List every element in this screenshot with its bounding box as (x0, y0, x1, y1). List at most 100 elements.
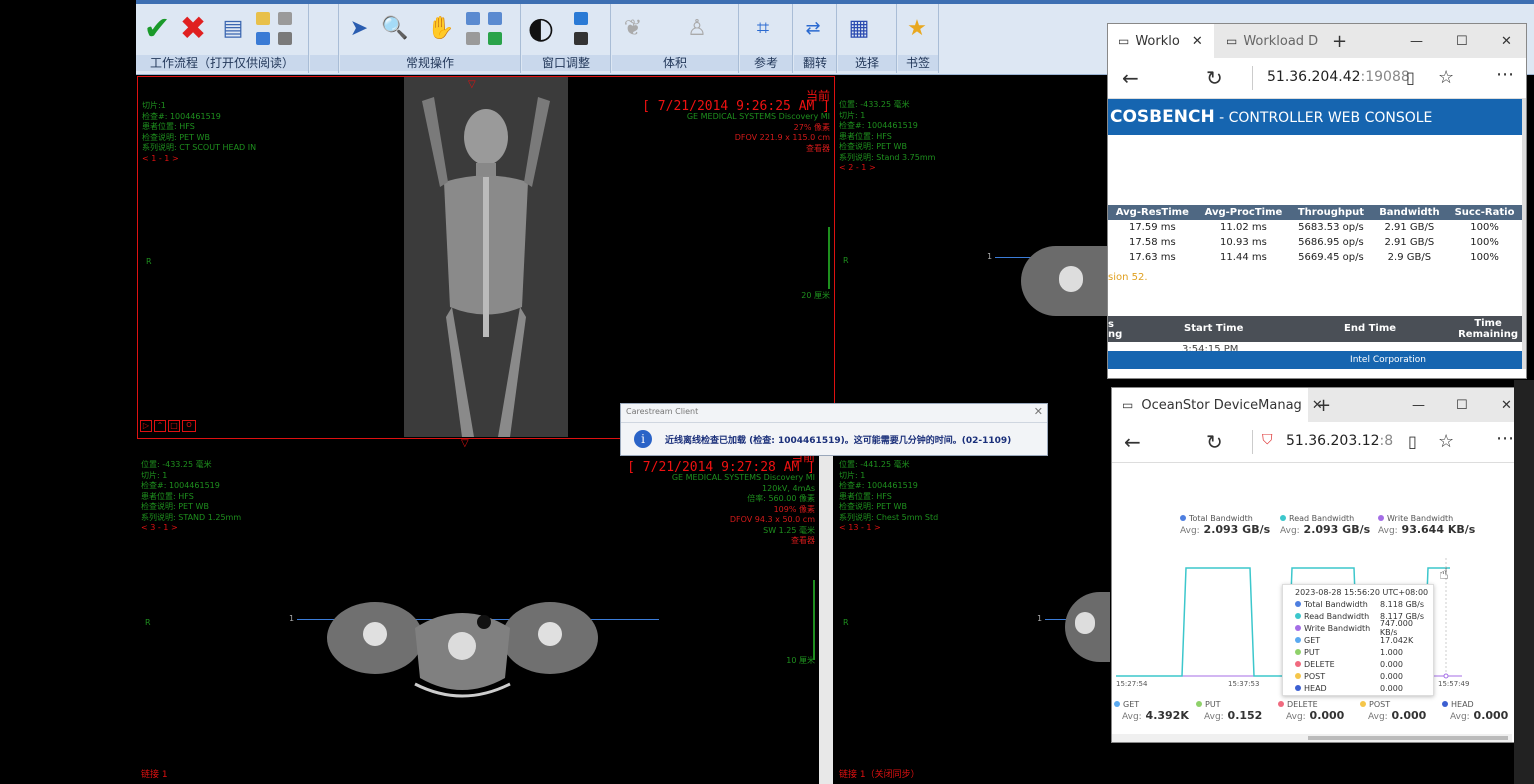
table-cell: 100% (1470, 252, 1499, 263)
legend-total-bandwidth[interactable]: Total Bandwidth Avg: 2.093 GB/s (1180, 514, 1270, 536)
group-label-general: 常规操作 (340, 55, 520, 71)
cine-up-icon[interactable]: ⌃ (154, 420, 166, 432)
new-tab-icon[interactable]: + (1316, 388, 1331, 422)
favorite-star-icon[interactable]: ☆ (1438, 67, 1454, 88)
browser1-tab2[interactable]: ▭ Workload D (1216, 24, 1326, 58)
x-tick-2: 15:37:53 (1228, 680, 1260, 688)
layout-icon[interactable] (466, 12, 480, 25)
contrast-icon[interactable]: ◐ (526, 10, 556, 46)
minimize-icon[interactable]: — (1412, 388, 1425, 422)
pointer-icon[interactable]: ➤ (344, 10, 374, 46)
legend-bottom-item[interactable]: DELETE Avg: 0.000 (1278, 700, 1344, 722)
select-series-icon[interactable]: ▦ (844, 10, 874, 46)
viewport-chest[interactable]: 位置: -441.25 毫米 切片: 1 检查#: 1004461519 患者位… (835, 452, 1110, 784)
avg-label: Avg: (1122, 712, 1142, 722)
vp2-series: 系列说明: Stand 3.75mm (839, 152, 936, 162)
browser2-tab-active[interactable]: ▭ OceanStor DeviceManag ✕ (1112, 388, 1323, 422)
vp3-nav[interactable]: < 3 - 1 > (141, 523, 241, 534)
browser1-tab-active[interactable]: ▭ Worklo ✕ (1108, 24, 1214, 58)
close-x-icon[interactable]: ✖ (178, 9, 208, 47)
back-arrow-icon[interactable]: ← (1122, 66, 1139, 90)
vp2-nav[interactable]: < 2 - 1 > (839, 163, 935, 174)
vp4-nav[interactable]: < 13 - 1 > (839, 523, 938, 534)
legend-dot (1378, 515, 1384, 521)
vp3-exam: 检查#: 1004461519 (141, 481, 220, 490)
legend-bottom-item[interactable]: HEAD Avg: 0.000 (1442, 700, 1508, 722)
window-close-icon[interactable]: ✕ (1501, 388, 1512, 422)
dialog-close-icon[interactable]: ✕ (1034, 405, 1043, 418)
browser2-url[interactable]: 51.36.203.12:8 (1286, 433, 1393, 449)
layout2-icon[interactable] (488, 12, 502, 25)
flip-icon[interactable]: ⇄ (798, 10, 828, 46)
more-menu-icon[interactable]: ⋯ (1496, 428, 1514, 449)
legend-bottom-item[interactable]: POST Avg: 0.000 (1360, 700, 1426, 722)
reload-icon[interactable]: ↻ (1206, 430, 1223, 454)
approve-check-icon[interactable]: ✔ (142, 9, 172, 47)
vp3-top-arrow[interactable]: ▽ (461, 438, 481, 449)
vp1-top-arrow[interactable]: ▽ (468, 79, 488, 90)
maximize-icon[interactable]: ☐ (1456, 24, 1468, 58)
dialog-divider (621, 422, 1047, 423)
window-close-icon[interactable]: ✕ (1501, 24, 1512, 58)
cine-stop-icon[interactable]: □ (168, 420, 180, 432)
reference-lines-icon[interactable]: ⌗ (748, 10, 778, 46)
vp3-viewer[interactable]: 查看器 (627, 536, 815, 547)
legend-name: PUT (1205, 700, 1221, 709)
group-label-window: 窗口调整 (522, 55, 610, 71)
invert-icon[interactable] (574, 32, 588, 45)
reset-icon[interactable] (466, 32, 480, 45)
minimize-icon[interactable]: — (1410, 24, 1423, 58)
x-tick-1: 15:27:54 (1116, 680, 1148, 688)
vp3-location: 位置: -433.25 毫米 (141, 460, 212, 469)
vp3-link-label[interactable]: 链接 1 (141, 770, 168, 781)
back-arrow-icon[interactable]: ← (1124, 430, 1141, 454)
vp3-series: 系列说明: STAND 1.25mm (141, 512, 242, 522)
vp1-viewer[interactable]: 查看器 (642, 144, 830, 155)
vp3-scrollbar[interactable] (819, 452, 833, 784)
tab-close-icon[interactable]: ✕ (1192, 34, 1203, 49)
insecure-shield-icon[interactable]: ⛉ (1262, 432, 1273, 448)
refresh-icon[interactable] (488, 32, 502, 45)
legend-bottom-item[interactable]: PUT Avg: 0.152 (1196, 700, 1262, 722)
browser2-h-scrollbar[interactable] (1112, 734, 1512, 742)
table-cell: 2.91 GB/S (1384, 237, 1435, 248)
favorite-star-icon[interactable]: ☆ (1438, 431, 1454, 452)
legend-write-bandwidth[interactable]: Write Bandwidth Avg: 93.644 KB/s (1378, 514, 1475, 536)
browser2-tabbar: ▭ OceanStor DeviceManag ✕ + — ☐ ✕ (1112, 388, 1526, 422)
legend-avg: 0.000 (1309, 709, 1345, 722)
edit-icon[interactable] (278, 12, 292, 25)
legend-bottom-item[interactable]: GET Avg: 4.392K (1114, 700, 1189, 722)
vp1-series: 系列说明: CT SCOUT HEAD IN (142, 143, 257, 152)
legend-avg: 4.392K (1145, 709, 1189, 722)
worklist-icon[interactable]: ▤ (218, 10, 248, 46)
reading-view-icon[interactable]: ▯ (1406, 68, 1415, 87)
tooltip-name: PUT (1304, 647, 1320, 657)
pan-hand-icon[interactable]: ✋ (426, 10, 456, 46)
new-tab-icon[interactable]: + (1332, 24, 1347, 58)
maximize-icon[interactable]: ☐ (1456, 388, 1468, 422)
reading-view-icon[interactable]: ▯ (1408, 432, 1417, 451)
vp3-zoom: 109% 像素 (773, 504, 815, 514)
tag-icon[interactable] (256, 12, 270, 25)
legend-read-bandwidth[interactable]: Read Bandwidth Avg: 2.093 GB/s (1280, 514, 1370, 536)
viewport-axial-bottom[interactable]: 位置: -433.25 毫米 切片: 1 检查#: 1004461519 患者位… (137, 438, 819, 784)
window-level-icon[interactable] (574, 12, 588, 25)
copy-icon[interactable] (256, 32, 270, 45)
vp1-nav[interactable]: < 1 - 1 > (142, 154, 256, 165)
vp4-link-label[interactable]: 链接 1（关闭同步） (839, 770, 920, 781)
body-icon[interactable]: ♙ (682, 10, 712, 46)
browser1-tabbar: ▭ Worklo ✕ ▭ Workload D + — ☐ ✕ (1108, 24, 1526, 58)
browser1-scrollbar[interactable] (1522, 99, 1526, 369)
cine-off-icon[interactable]: O (182, 420, 196, 432)
zoom-icon[interactable]: 🔍 (380, 10, 410, 46)
viewport-scout[interactable]: 切片:1 检查#: 1004461519 患者位置: HFS 检查说明: PET… (137, 76, 835, 439)
viewport-axial-top-right[interactable]: 位置: -433.25 毫米 切片: 1 检查#: 1004461519 患者位… (835, 76, 1111, 437)
bookmark-star-icon[interactable]: ★ (902, 10, 932, 46)
more-menu-icon[interactable]: ⋯ (1496, 64, 1514, 85)
volume-render-icon[interactable]: ❦ (618, 10, 648, 46)
h-scroll-thumb[interactable] (1308, 736, 1508, 740)
cine-play-icon[interactable]: ▷ (140, 420, 152, 432)
browser1-url[interactable]: 51.36.204.42:19088 (1267, 69, 1410, 85)
search-doc-icon[interactable] (278, 32, 292, 45)
reload-icon[interactable]: ↻ (1206, 66, 1223, 90)
